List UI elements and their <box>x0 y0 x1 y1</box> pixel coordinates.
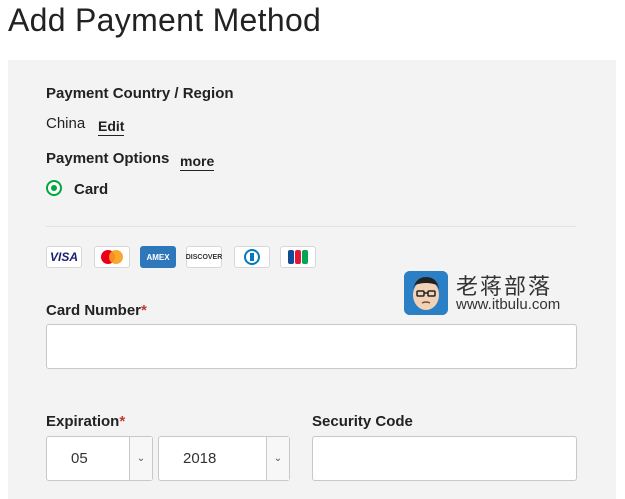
visa-logo-text: VISA <box>49 250 78 264</box>
visa-icon: VISA <box>46 246 82 268</box>
more-options-link[interactable]: more <box>180 152 215 171</box>
edit-country-link[interactable]: Edit <box>98 117 125 136</box>
diners-club-icon <box>234 246 270 268</box>
security-code-label: Security Code <box>312 413 413 430</box>
jcb-stripes <box>288 250 308 264</box>
card-number-input[interactable] <box>46 324 577 369</box>
watermark-url: www.itbulu.com <box>456 296 561 313</box>
chevron-down-icon: ⌄ <box>129 437 152 480</box>
discover-logo-text: DISCOVER <box>185 253 223 261</box>
mastercard-icon <box>94 246 130 268</box>
expiration-label-text: Expiration <box>46 413 120 430</box>
required-mark: * <box>119 413 126 430</box>
card-number-label: Card Number* <box>46 302 147 319</box>
divider <box>46 226 576 227</box>
avatar-icon <box>404 271 448 315</box>
payment-options-label: Payment Options <box>46 150 170 167</box>
expiration-label: Expiration* <box>46 413 125 430</box>
expiration-year-value: 2018 <box>183 450 217 467</box>
discover-icon: DISCOVER <box>186 246 222 268</box>
page-title: Add Payment Method <box>8 2 322 38</box>
country-value: China <box>46 115 86 132</box>
jcb-icon <box>280 246 316 268</box>
security-code-input[interactable] <box>312 436 577 481</box>
card-radio-button[interactable] <box>46 180 62 196</box>
expiration-month-select[interactable]: 05 ⌄ <box>46 436 153 481</box>
mastercard-circles <box>101 250 123 264</box>
amex-logo-text: AMEX <box>146 252 170 262</box>
chevron-down-icon: ⌄ <box>266 437 289 480</box>
amex-icon: AMEX <box>140 246 176 268</box>
diners-circle <box>244 249 260 265</box>
card-number-label-text: Card Number <box>46 302 142 319</box>
expiration-month-value: 05 <box>71 450 88 467</box>
expiration-year-select[interactable]: 2018 ⌄ <box>158 436 290 481</box>
card-option-label[interactable]: Card <box>74 181 108 198</box>
watermark: 老蒋部落 www.itbulu.com <box>404 271 584 316</box>
required-mark: * <box>141 302 147 319</box>
avatar-face <box>404 271 448 315</box>
country-label: Payment Country / Region <box>46 85 234 102</box>
